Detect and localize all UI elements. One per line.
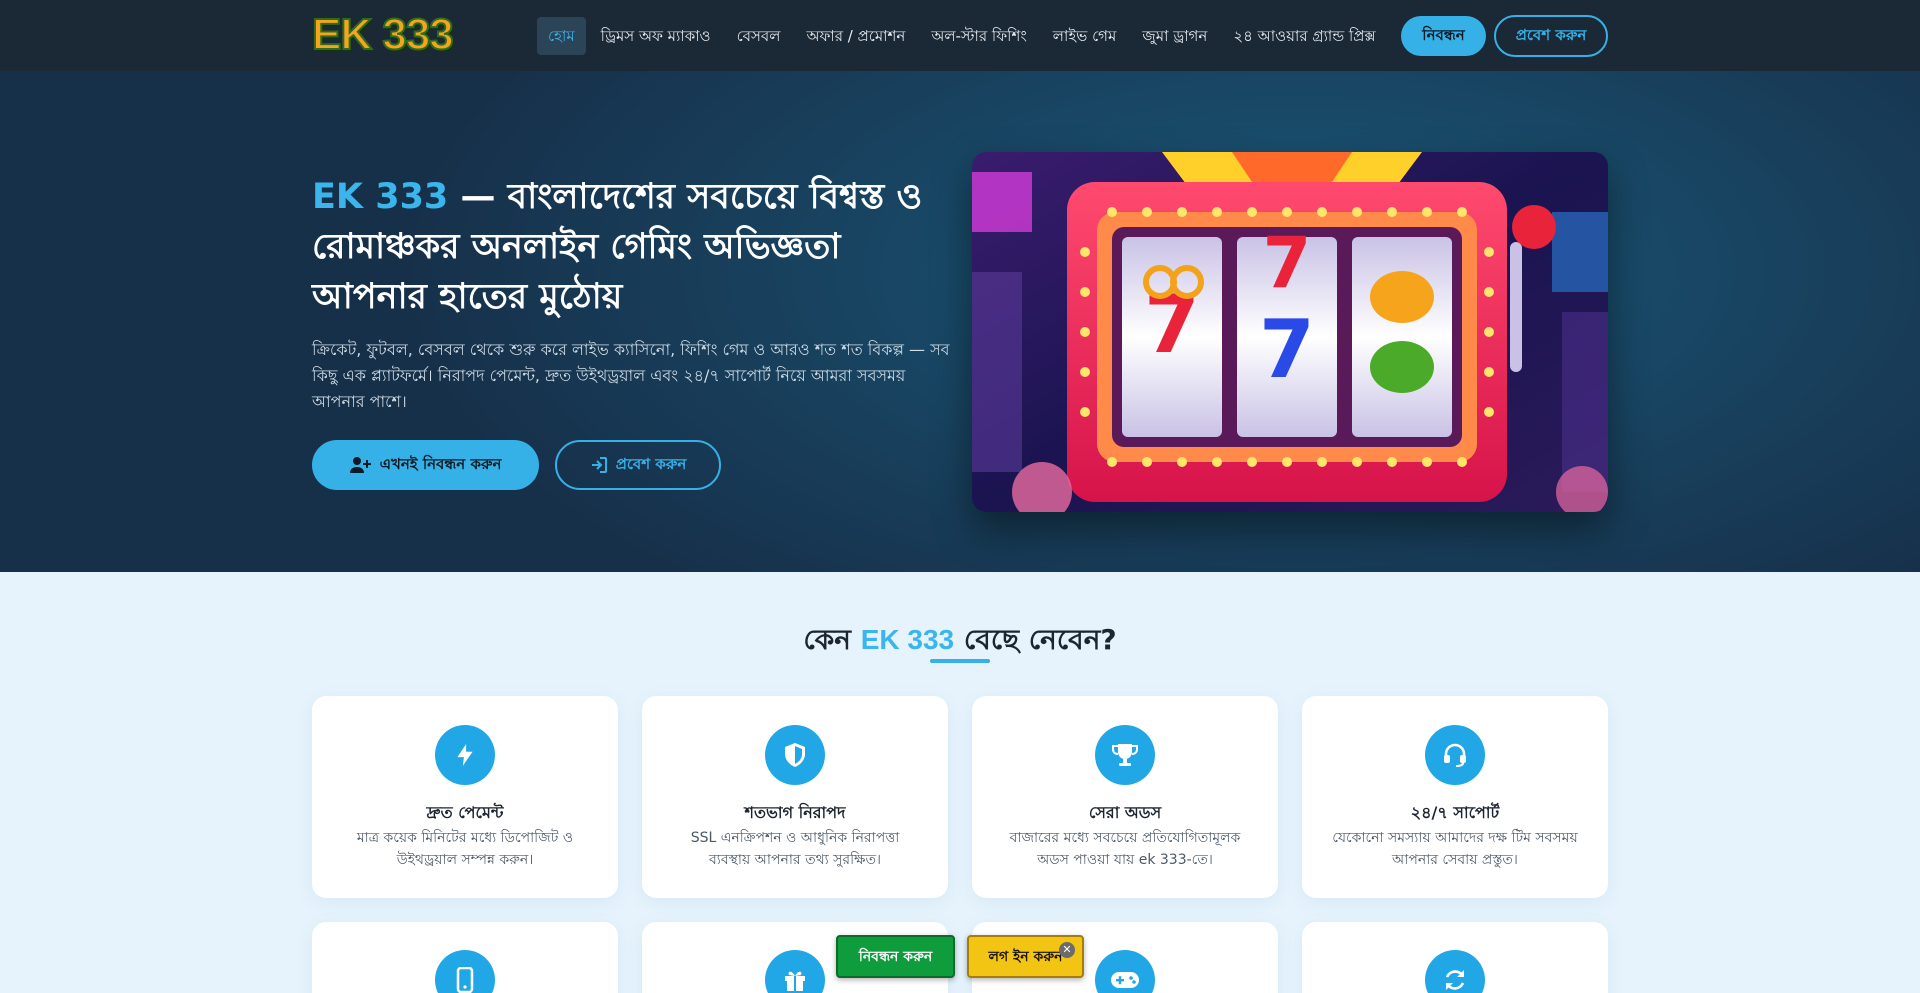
feature-card-secure: শতভাগ নিরাপদ SSL এনক্রিপশন ও আধুনিক নিরা… [642, 696, 948, 898]
hero-register-button[interactable]: এখনই নিবন্ধন করুন [312, 440, 539, 490]
feature-desc: SSL এনক্রিপশন ও আধুনিক নিরাপত্তা ব্যবস্থ… [690, 830, 900, 868]
feature-card-refresh [1302, 922, 1608, 993]
slot-machine-image: 7 7 7 [972, 152, 1608, 512]
gift-icon [765, 950, 825, 993]
nav-home[interactable]: হোম [537, 17, 586, 55]
why-title-pre: কেন [803, 623, 861, 656]
why-title-post: বেছে নেবেন? [954, 623, 1117, 656]
mobile-icon [435, 950, 495, 993]
close-icon[interactable]: ✕ [1059, 942, 1075, 958]
why-title-accent: EK 333 [860, 624, 955, 655]
header-register-button[interactable]: নিবন্ধন [1401, 16, 1486, 56]
shield-icon [765, 725, 825, 785]
feature-card-best-odds: সেরা অডস বাজারের মধ্যে সবচেয়ে প্রতিযোগি… [972, 696, 1278, 898]
hero-login-button[interactable]: প্রবেশ করুন [555, 440, 721, 490]
nav-all-star-fishing[interactable]: অল-স্টার ফিশিং [920, 17, 1037, 55]
nav-baseball[interactable]: বেসবল [726, 17, 792, 55]
hero-register-label: এখনই নিবন্ধন করুন [379, 454, 502, 473]
floating-register-button[interactable]: নিবন্ধন করুন [836, 935, 955, 978]
headset-icon [1425, 725, 1485, 785]
svg-text:7: 7 [1259, 303, 1315, 396]
ek333-logo[interactable]: EK 333 [311, 9, 455, 60]
gamepad-icon [1095, 950, 1155, 993]
main-nav: হোম ড্রিমস অফ ম্যাকাও বেসবল অফার / প্রমো… [537, 17, 1391, 55]
trophy-icon [1095, 725, 1155, 785]
why-section-title: কেন EK 333 বেছে নেবেন? [0, 618, 1920, 665]
user-plus-icon [349, 457, 371, 473]
feature-card-support: ২৪/৭ সাপোর্ট যেকোনো সমস্যায় আমাদের দক্ষ… [1302, 696, 1608, 898]
nav-24-hour-grand-prix[interactable]: ২৪ আওয়ার গ্র্যান্ড প্রিক্স [1222, 17, 1386, 55]
feature-desc: যেকোনো সমস্যায় আমাদের দক্ষ টিম সবসময় আ… [1332, 830, 1578, 868]
feature-card-fast-payment: দ্রুত পেমেন্ট মাত্র কয়েক মিনিটের মধ্যে … [312, 696, 618, 898]
feature-title: সেরা অডস [1088, 803, 1162, 822]
feature-desc: বাজারের মধ্যে সবচেয়ে প্রতিযোগিতামূলক অড… [1009, 830, 1241, 868]
feature-title: দ্রুত পেমেন্ট [426, 803, 504, 822]
hero-title: EK 333 — বাংলাদেশের সবচেয়ে বিশ্বস্ত ও র… [312, 172, 952, 322]
hero-login-label: প্রবেশ করুন [615, 454, 687, 473]
site-header: EK 333 হোম ড্রিমস অফ ম্যাকাও বেসবল অফার … [0, 0, 1920, 71]
title-underline [930, 659, 990, 663]
feature-card-mobile [312, 922, 618, 993]
hero-subtitle: ক্রিকেট, ফুটবল, বেসবল থেকে শুরু করে লাইভ… [312, 340, 950, 411]
lightning-icon [435, 725, 495, 785]
feature-title: ২৪/৭ সাপোর্ট [1410, 803, 1500, 822]
header-login-button[interactable]: প্রবেশ করুন [1494, 15, 1608, 57]
nav-live-game[interactable]: লাইভ গেম [1042, 17, 1128, 55]
feature-title: শতভাগ নিরাপদ [744, 803, 846, 822]
svg-text:7: 7 [1263, 222, 1312, 304]
hero-title-accent: EK 333 [312, 177, 449, 217]
sign-in-icon [591, 457, 607, 473]
feature-desc: মাত্র কয়েক মিনিটের মধ্যে ডিপোজিট ও উইথড… [356, 830, 574, 868]
refresh-icon [1425, 950, 1485, 993]
nav-offers-promotions[interactable]: অফার / প্রমোশন [795, 17, 916, 55]
nav-dreams-of-macau[interactable]: ড্রিমস অফ ম্যাকাও [590, 17, 722, 55]
nav-zuma-dragon[interactable]: জুমা ড্রাগন [1131, 17, 1218, 55]
hero-section: EK 333 — বাংলাদেশের সবচেয়ে বিশ্বস্ত ও র… [0, 71, 1920, 572]
slot-machine-illustration: 7 7 7 [972, 152, 1608, 512]
